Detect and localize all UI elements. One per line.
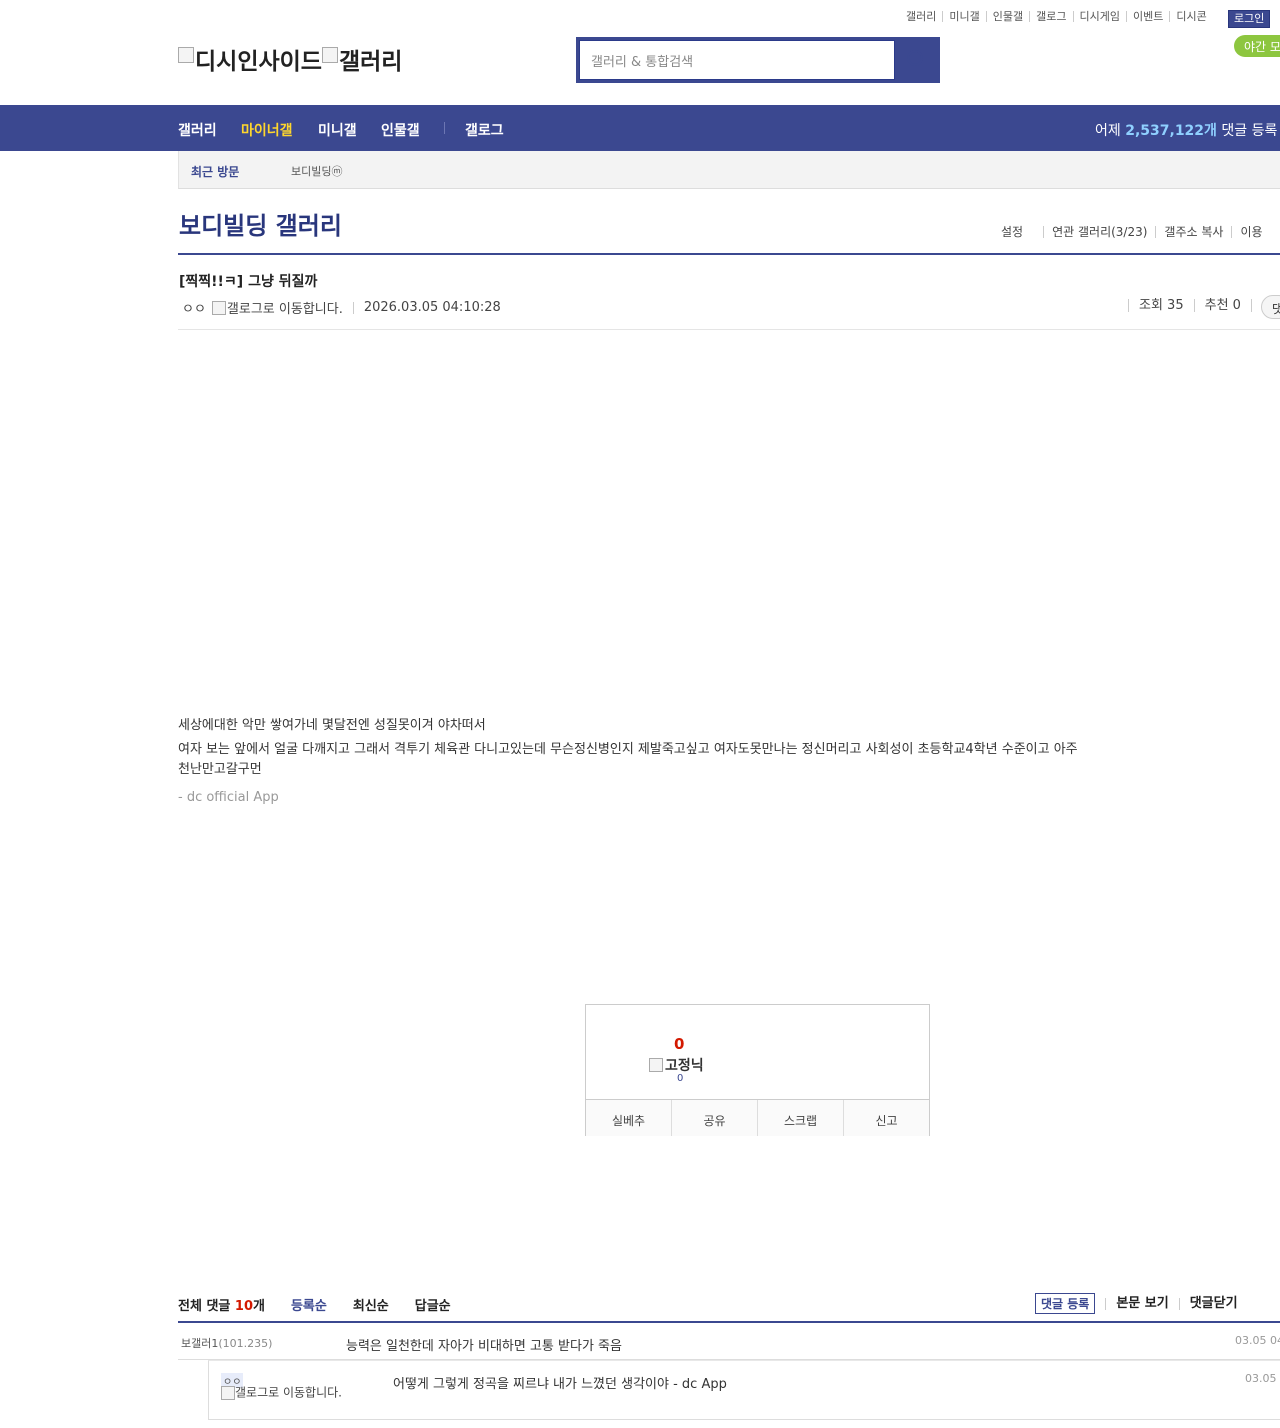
copy-gallery-url-link[interactable]: 갤주소 복사 bbox=[1155, 226, 1231, 238]
recommend-box: 0 고정닉 0 실베추 공유 스크랩 신고 bbox=[585, 1004, 930, 1136]
reply-date: 03.05 0 bbox=[1245, 1372, 1280, 1385]
scrap-button[interactable]: 스크랩 bbox=[757, 1100, 843, 1136]
comment-nick-ip: (101.235) bbox=[218, 1337, 273, 1350]
stat-prefix: 어제 bbox=[1095, 123, 1121, 139]
fixed-nick-recommend: 고정닉 bbox=[649, 1055, 704, 1075]
broken-image-icon bbox=[221, 1386, 235, 1400]
post-body-line: 여자 보는 앞에서 얼굴 다깨지고 그래서 격투기 체육관 다니고있는데 무슨정… bbox=[178, 742, 1078, 777]
nav-divider bbox=[444, 122, 445, 134]
night-mode-button[interactable]: 야간 모드 bbox=[1234, 35, 1280, 57]
post-header-divider bbox=[178, 329, 1280, 330]
gallery-title-divider bbox=[178, 253, 1280, 255]
gallog-link[interactable]: 갤로그로 이동합니다. bbox=[227, 298, 343, 317]
app-signature: - dc official App bbox=[178, 790, 279, 805]
logo-section-text: 갤러리 bbox=[338, 49, 403, 75]
top-link-dccon[interactable]: 디시콘 bbox=[1169, 11, 1212, 22]
comment-reply: ㅇㅇ 갤로그로 이동합니다. 어떻게 그렇게 정곡을 찌르냐 내가 느꼈던 생각… bbox=[208, 1360, 1280, 1420]
post-body-line: 세상에대한 악만 쌓여가네 몇달전엔 성질못이겨 야차떠서 bbox=[178, 718, 486, 733]
recent-visit-label[interactable]: 최근 방문 bbox=[191, 163, 239, 180]
broken-image-icon bbox=[178, 47, 194, 63]
view-post-button[interactable]: 본문 보기 bbox=[1105, 1297, 1178, 1310]
meta-divider bbox=[352, 301, 354, 314]
nav-gallery[interactable]: 갤러리 bbox=[178, 120, 217, 140]
related-gallery-link[interactable]: 연관 갤러리(3/23) bbox=[1043, 226, 1155, 238]
comment-total-prefix: 전체 댓글 bbox=[178, 1299, 231, 1314]
broken-image-icon bbox=[321, 47, 338, 63]
search-button[interactable] bbox=[897, 40, 937, 80]
sort-replies[interactable]: 답글순 bbox=[415, 1295, 451, 1314]
nav-minorgal[interactable]: 마이너갤 bbox=[241, 120, 293, 140]
reply-gallog-alt: 갤로그로 이동합니다. bbox=[235, 1385, 342, 1400]
comment-jump-button[interactable]: 댓 bbox=[1261, 295, 1280, 319]
top-link-event[interactable]: 이벤트 bbox=[1125, 11, 1169, 22]
comment-header: 전체 댓글 10개 등록순 최신순 답글순 bbox=[178, 1295, 451, 1314]
nav-persongal[interactable]: 인물갤 bbox=[381, 120, 420, 140]
post-title: [찍찍!!ㅋ] 그냥 뒤질까 bbox=[179, 274, 318, 290]
gallery-menu: 설정 연관 갤러리(3/23) 갤주소 복사 이용 bbox=[1001, 226, 1271, 238]
recent-gallery-link[interactable]: 보디빌딩ⓜ bbox=[291, 163, 342, 179]
post-recommends: 추천 0 bbox=[1193, 299, 1251, 312]
top-utility-links: 갤러리 미니갤 인물갤 갤로그 디시게임 이벤트 디시콘 bbox=[900, 11, 1213, 22]
site-logo[interactable]: 디시인사이드 갤러리 bbox=[178, 42, 402, 76]
top-link-persongal[interactable]: 인물갤 bbox=[985, 11, 1029, 22]
main-nav-bar: 갤러리 마이너갤 미니갤 인물갤 갤로그 어제 2,537,122개 댓글 등록 bbox=[0, 105, 1280, 151]
report-button[interactable]: 신고 bbox=[843, 1100, 929, 1136]
stat-value: 2,537,122개 bbox=[1125, 123, 1217, 139]
post-author[interactable]: ㅇㅇ bbox=[182, 298, 206, 317]
top-link-dcgame[interactable]: 디시게임 bbox=[1072, 11, 1126, 22]
top-link-gallery[interactable]: 갤러리 bbox=[900, 11, 942, 22]
recent-visit-bar: 최근 방문 보디빌딩ⓜ bbox=[178, 151, 1280, 189]
search-input[interactable]: 갤러리 & 통합검색 bbox=[579, 40, 895, 80]
post-meta: ㅇㅇ 갤로그로 이동합니다. 2026.03.05 04:10:28 bbox=[182, 298, 501, 317]
real-best-button[interactable]: 실베추 bbox=[586, 1100, 671, 1136]
login-button[interactable]: 로그인 bbox=[1228, 10, 1271, 28]
top-link-minigal[interactable]: 미니갤 bbox=[942, 11, 985, 22]
fixed-nick-count: 0 bbox=[677, 1073, 684, 1084]
share-button[interactable]: 공유 bbox=[671, 1100, 757, 1136]
comment-total-suffix: 개 bbox=[253, 1299, 265, 1314]
sort-registered[interactable]: 등록순 bbox=[291, 1295, 327, 1314]
fixed-nick-label: 고정닉 bbox=[665, 1058, 704, 1074]
search-box: 갤러리 & 통합검색 bbox=[576, 37, 940, 83]
write-comment-button[interactable]: 댓글 등록 bbox=[1035, 1293, 1096, 1314]
reply-gallog-link[interactable]: 갤로그로 이동합니다. bbox=[221, 1386, 345, 1400]
daily-comment-stat: 어제 2,537,122개 댓글 등록 bbox=[1095, 120, 1277, 140]
comment-total-count: 10 bbox=[234, 1299, 253, 1314]
comment-row: 보갤러1(101.235) 능력은 일천한데 자아가 비대하면 고통 받다가 죽… bbox=[178, 1323, 1280, 1360]
comment-nick[interactable]: 보갤러1(101.235) bbox=[181, 1335, 272, 1351]
comment-text: 능력은 일천한데 자아가 비대하면 고통 받다가 죽음 bbox=[346, 1339, 622, 1354]
post-body: 세상에대한 악만 쌓여가네 몇달전엔 성질못이겨 야차떠서 여자 보는 앞에서 … bbox=[178, 716, 1083, 808]
gallery-settings-link[interactable]: 설정 bbox=[1001, 226, 1043, 238]
comment-date: 03.05 04 bbox=[1235, 1334, 1280, 1347]
comment-nick-name: 보갤러1 bbox=[181, 1337, 219, 1350]
sort-latest[interactable]: 최신순 bbox=[353, 1295, 389, 1314]
gallery-usage-link[interactable]: 이용 bbox=[1231, 226, 1270, 238]
broken-image-icon bbox=[649, 1058, 663, 1072]
post-views: 조회 35 bbox=[1128, 299, 1194, 312]
stat-suffix: 댓글 등록 bbox=[1221, 123, 1278, 139]
reply-text: 어떻게 그렇게 정곡을 찌르냐 내가 느꼈던 생각이야 - dc App bbox=[393, 1377, 727, 1392]
post-date: 2026.03.05 04:10:28 bbox=[363, 300, 501, 315]
gallery-title[interactable]: 보디빌딩 갤러리 bbox=[179, 206, 342, 241]
recommend-count: 0 bbox=[674, 1035, 685, 1053]
nav-gallog[interactable]: 갤로그 bbox=[465, 120, 504, 140]
search-icon bbox=[907, 50, 923, 66]
logo-site-text: 디시인사이드 bbox=[195, 49, 322, 75]
close-comments-button[interactable]: 댓글닫기 bbox=[1178, 1297, 1248, 1310]
recommend-actions: 실베추 공유 스크랩 신고 bbox=[586, 1099, 929, 1136]
broken-image-icon bbox=[211, 300, 226, 315]
nav-minigal[interactable]: 미니갤 bbox=[318, 120, 357, 140]
comment-tools: 댓글 등록 본문 보기 댓글닫기 bbox=[1035, 1293, 1269, 1314]
comment-total: 전체 댓글 10개 bbox=[178, 1295, 265, 1314]
top-link-gallog[interactable]: 갤로그 bbox=[1029, 11, 1072, 22]
post-stats: 조회 35 추천 0 bbox=[1128, 299, 1272, 312]
